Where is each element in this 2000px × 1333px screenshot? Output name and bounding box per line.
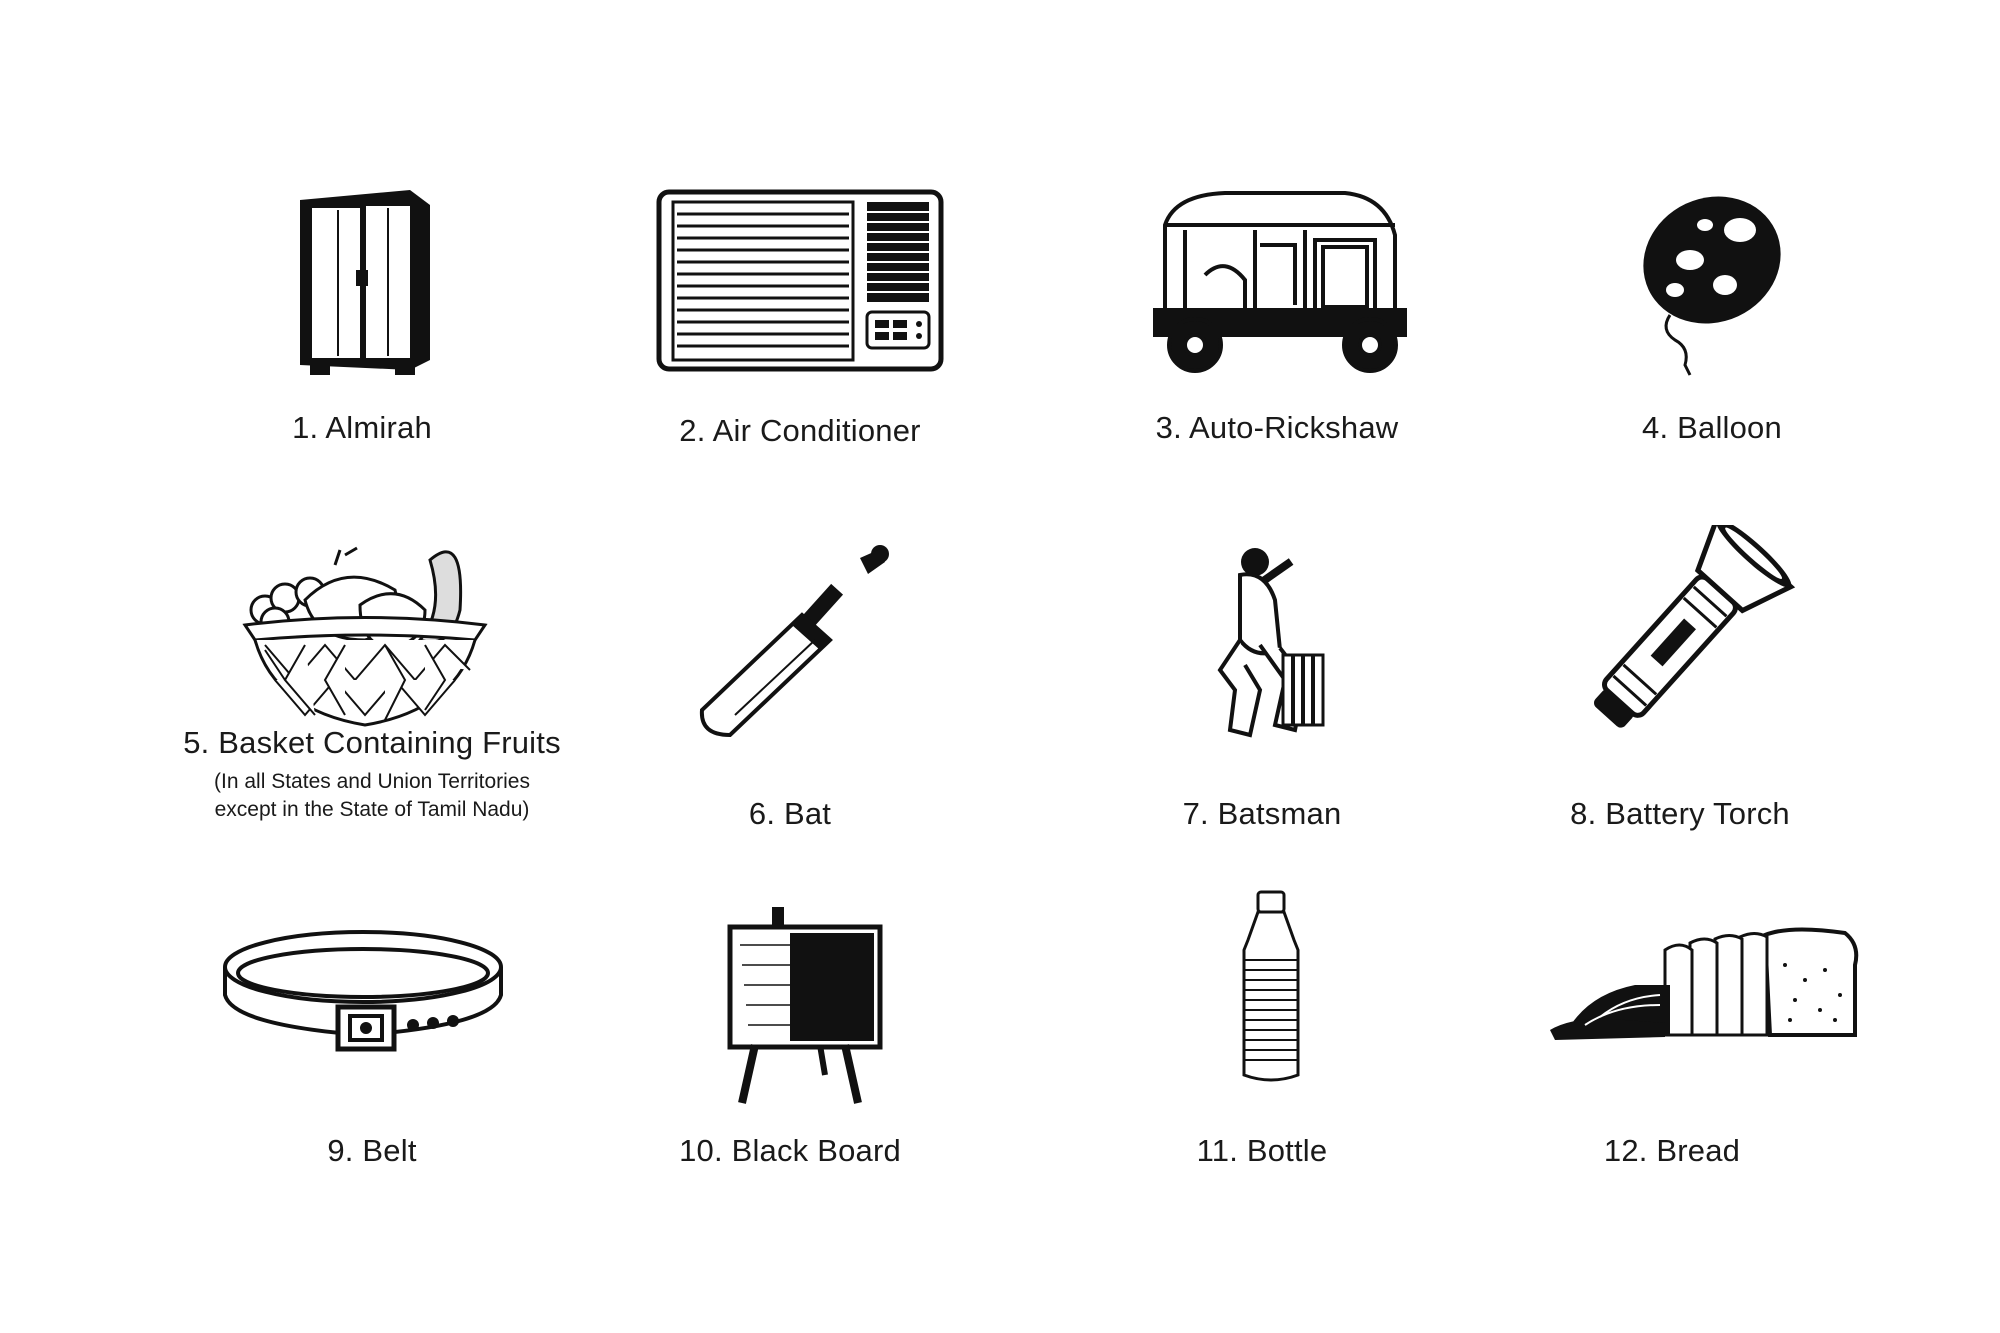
- symbol-label: 1. Almirah: [292, 410, 432, 445]
- symbol-label: 11. Bottle: [1196, 1133, 1328, 1168]
- auto-rickshaw-icon: [1145, 185, 1415, 380]
- black-board-icon: [720, 905, 890, 1105]
- symbol-label: 5. Basket Containing Fruits: [183, 725, 561, 760]
- battery-torch-icon: [1560, 525, 1800, 745]
- fruit-basket-icon: [235, 530, 495, 730]
- bottle-icon: [1236, 890, 1306, 1085]
- batsman-icon: [1205, 540, 1335, 740]
- symbol-note: except in the State of Tamil Nadu): [214, 798, 530, 821]
- symbol-label: 12. Bread: [1603, 1133, 1741, 1168]
- symbol-label: 3. Auto-Rickshaw: [1155, 410, 1399, 445]
- symbol-label: 9. Belt: [327, 1133, 417, 1168]
- air-conditioner-icon: [655, 188, 945, 373]
- symbol-label: 8. Battery Torch: [1570, 796, 1790, 831]
- symbol-label: 6. Bat: [748, 796, 832, 831]
- symbol-note: (In all States and Union Territories: [214, 770, 530, 793]
- symbol-label: 2. Air Conditioner: [679, 413, 921, 448]
- bread-icon: [1545, 925, 1860, 1045]
- almirah-icon: [290, 180, 440, 380]
- cricket-bat-icon: [690, 540, 905, 740]
- balloon-icon: [1630, 190, 1790, 380]
- symbol-label: 7. Batsman: [1182, 796, 1342, 831]
- symbol-label: 4. Balloon: [1642, 410, 1782, 445]
- belt-icon: [218, 915, 508, 1065]
- symbol-label: 10. Black Board: [679, 1133, 901, 1168]
